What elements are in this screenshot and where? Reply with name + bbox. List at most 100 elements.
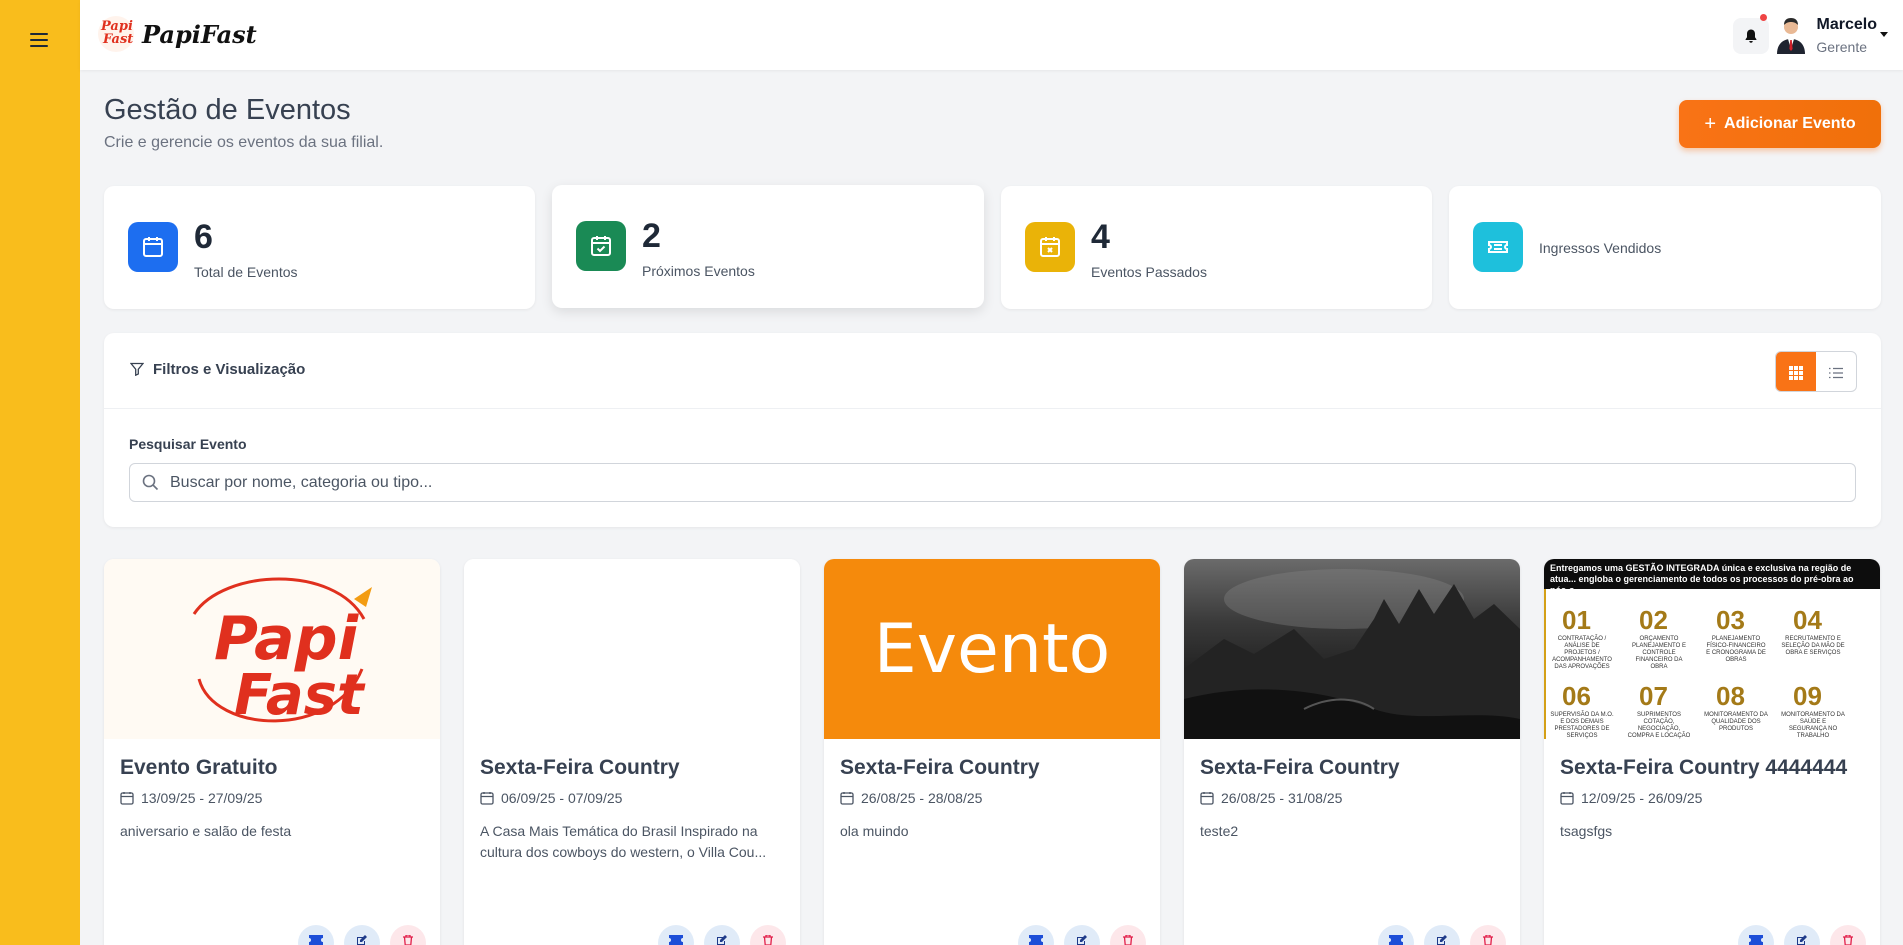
search-input[interactable] (170, 464, 1850, 501)
logo-text: PapiFast (142, 19, 257, 49)
trash-icon (403, 935, 413, 945)
delete-button[interactable] (750, 925, 786, 945)
event-title: Sexta-Feira Country (840, 756, 1040, 779)
step-number: 02 (1639, 605, 1668, 635)
infographic-step: 09 MONITORAMENTO DA SAÚDE E SEGURANÇA NO … (1781, 681, 1858, 739)
filter-header: Filtros e Visualização (104, 333, 1881, 409)
edit-icon (1797, 935, 1807, 945)
tickets-button[interactable] (1378, 925, 1414, 945)
stat-label: Eventos Passados (1091, 264, 1207, 280)
stat-value: 2 (642, 217, 661, 255)
event-card[interactable]: Entregamos uma GESTÃO INTEGRADA única e … (1544, 559, 1880, 945)
event-dates: 12/09/25 - 26/09/25 (1560, 790, 1702, 806)
step-number: 04 (1793, 605, 1822, 635)
user-role: Gerente (1816, 39, 1867, 55)
infographic-step: 07 SUPRIMENTOS COTAÇÃO, NEGOCIAÇÃO, COMPR… (1627, 681, 1704, 739)
calendar-icon (128, 222, 178, 272)
page-subtitle: Crie e gerencie os eventos da sua filial… (104, 134, 384, 151)
event-image-blank (464, 559, 800, 739)
chevron-down-icon[interactable] (1880, 32, 1888, 37)
event-title: Sexta-Feira Country 4444444 (1560, 756, 1848, 779)
stat-label: Total de Eventos (194, 264, 298, 280)
tickets-button[interactable] (1018, 925, 1054, 945)
step-text: SUPERVISÃO DA M.O. E DOS DEMAIS PRESTADO… (1550, 712, 1614, 739)
step-text: RECRUTAMENTO E SELEÇÃO DA MÃO DE OBRA E … (1781, 636, 1845, 656)
event-actions (658, 925, 786, 945)
list-view-button[interactable] (1816, 352, 1856, 391)
trash-icon (1843, 935, 1853, 945)
event-dates-text: 12/09/25 - 26/09/25 (1581, 790, 1703, 806)
event-description: tsagsfgs (1560, 823, 1613, 839)
delete-button[interactable] (390, 925, 426, 945)
event-dates-text: 26/08/25 - 28/08/25 (861, 790, 983, 806)
app-logo[interactable]: Papi Fast PapiFast (98, 16, 257, 52)
edit-button[interactable] (704, 925, 740, 945)
ticket-icon (1389, 935, 1403, 945)
stat-card-upcoming: 2 Próximos Eventos (552, 185, 984, 308)
step-number: 08 (1716, 681, 1745, 711)
event-image-placeholder: Evento (824, 559, 1160, 739)
event-image-text: Evento (873, 609, 1111, 689)
trash-icon (1123, 935, 1133, 945)
menu-icon[interactable] (30, 32, 50, 48)
edit-icon (1437, 935, 1447, 945)
infographic-step: 06 SUPERVISÃO DA M.O. E DOS DEMAIS PRESTA… (1550, 681, 1627, 739)
trash-icon (763, 935, 773, 945)
edit-button[interactable] (1064, 925, 1100, 945)
delete-button[interactable] (1470, 925, 1506, 945)
step-text: SUPRIMENTOS COTAÇÃO, NEGOCIAÇÃO, COMPRA … (1627, 712, 1691, 739)
infographic-step: 08 MONITORAMENTO DA QUALIDADE DOS PRODUTO… (1704, 681, 1781, 739)
stat-card-past: 4 Eventos Passados (1001, 186, 1432, 309)
event-card[interactable]: Evento Sexta-Feira Country 26/08/25 - 28… (824, 559, 1160, 945)
ticket-icon (669, 935, 683, 945)
event-dates: 06/09/25 - 07/09/25 (480, 790, 622, 806)
event-title: Sexta-Feira Country (480, 756, 680, 779)
search-label: Pesquisar Evento (129, 436, 247, 452)
event-card[interactable]: Sexta-Feira Country 26/08/25 - 31/08/25 … (1184, 559, 1520, 945)
event-card[interactable]: Sexta-Feira Country 06/09/25 - 07/09/25 … (464, 559, 800, 945)
delete-button[interactable] (1830, 925, 1866, 945)
tickets-button[interactable] (658, 925, 694, 945)
calendar-icon (840, 792, 854, 805)
event-image-dark-landscape (1184, 559, 1520, 739)
step-number: 09 (1793, 681, 1822, 711)
add-event-label: Adicionar Evento (1724, 115, 1856, 132)
calendar-icon (480, 792, 494, 805)
step-text: CONTRATAÇÃO / ANÁLISE DE PROJETOS / ACOM… (1552, 636, 1612, 670)
stat-value: 6 (194, 218, 213, 256)
edit-button[interactable] (344, 925, 380, 945)
bell-icon (1745, 29, 1757, 43)
edit-button[interactable] (1784, 925, 1820, 945)
grid-view-button[interactable] (1776, 352, 1816, 391)
stat-label: Ingressos Vendidos (1539, 240, 1662, 256)
user-name[interactable]: Marcelo (1817, 16, 1877, 34)
event-title: Evento Gratuito (120, 756, 278, 779)
add-event-button[interactable]: + Adicionar Evento (1679, 100, 1881, 148)
tickets-button[interactable] (1738, 925, 1774, 945)
search-icon (142, 474, 159, 491)
plus-icon: + (1704, 112, 1717, 135)
trash-icon (1483, 935, 1493, 945)
step-text: MONITORAMENTO DA SAÚDE E SEGURANÇA NO TR… (1781, 712, 1845, 739)
sidebar (0, 0, 80, 945)
tickets-button[interactable] (298, 925, 334, 945)
step-text: PLANEJAMENTO FÍSICO-FINANCEIRO E CRONOGR… (1706, 636, 1766, 663)
calendar-icon (1200, 792, 1214, 805)
event-description: aniversario e salão de festa (120, 823, 292, 839)
ticket-icon (1029, 935, 1043, 945)
filter-icon (130, 362, 144, 376)
infographic-step (1858, 681, 1880, 739)
edit-icon (717, 935, 727, 945)
event-card[interactable]: Papi Fast Evento Gratuito 13/09/25 - 27/… (104, 559, 440, 945)
delete-button[interactable] (1110, 925, 1146, 945)
ticket-icon (1749, 935, 1763, 945)
avatar[interactable] (1773, 16, 1809, 54)
edit-button[interactable] (1424, 925, 1460, 945)
notification-dot (1760, 14, 1767, 21)
step-number: 06 (1562, 681, 1591, 711)
notifications-button[interactable] (1733, 14, 1769, 54)
list-icon (1829, 367, 1843, 378)
event-image-infographic: Entregamos uma GESTÃO INTEGRADA única e … (1544, 559, 1880, 739)
stat-card-total: 6 Total de Eventos (104, 186, 535, 309)
search-box (129, 463, 1856, 502)
